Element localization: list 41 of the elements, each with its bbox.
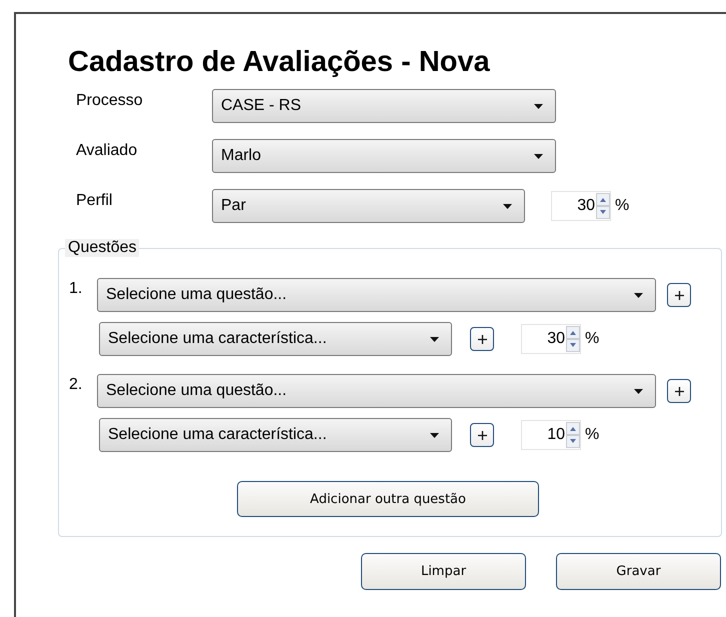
caret-icon xyxy=(534,104,543,108)
plus-icon xyxy=(674,386,684,396)
caret-icon xyxy=(430,432,439,438)
caret-icon xyxy=(634,292,643,298)
spin-arrows-icon xyxy=(566,422,580,448)
dropdown[interactable]: CASE - RS xyxy=(212,89,556,123)
percent-unit: % xyxy=(585,426,600,444)
section-legend: Questões xyxy=(65,239,140,257)
dropdown[interactable]: Selecione uma questão... xyxy=(97,278,656,312)
caret-icon xyxy=(634,388,643,394)
caret-icon xyxy=(534,154,543,158)
plus-icon xyxy=(674,290,684,300)
field-label: Avaliado xyxy=(75,142,138,160)
question-number: 1. xyxy=(69,280,84,298)
add-button[interactable] xyxy=(667,379,691,403)
add-button[interactable] xyxy=(470,423,494,447)
dropdown[interactable]: Selecione uma característica... xyxy=(99,322,452,356)
percent-spinner[interactable]: 30 xyxy=(551,191,611,221)
add-question-button[interactable]: Adicionar outra questão xyxy=(237,481,539,517)
page-title: Cadastro de Avaliações - Nova xyxy=(68,46,491,79)
question-number: 2. xyxy=(69,376,84,394)
form-button[interactable]: Gravar xyxy=(556,553,721,590)
dropdown[interactable]: Par xyxy=(212,189,525,223)
plus-icon xyxy=(478,334,486,344)
add-button[interactable] xyxy=(470,327,494,351)
percent-spinner[interactable]: 30 xyxy=(521,324,581,354)
percent-unit: % xyxy=(585,330,600,348)
dropdown[interactable]: Selecione uma questão... xyxy=(97,374,656,408)
form-button[interactable]: Limpar xyxy=(361,553,526,590)
add-button[interactable] xyxy=(667,283,691,307)
spin-arrows-icon xyxy=(596,193,610,219)
percent-unit: % xyxy=(615,197,630,215)
dropdown[interactable]: Selecione uma característica... xyxy=(99,418,452,452)
spin-arrows-icon xyxy=(566,326,580,352)
dropdown[interactable]: Marlo xyxy=(212,139,556,173)
field-label: Processo xyxy=(75,92,144,110)
plus-icon xyxy=(478,430,486,440)
field-label: Perfil xyxy=(75,192,114,210)
caret-icon xyxy=(503,204,512,208)
percent-spinner[interactable]: 10 xyxy=(521,420,581,450)
caret-icon xyxy=(430,336,439,342)
